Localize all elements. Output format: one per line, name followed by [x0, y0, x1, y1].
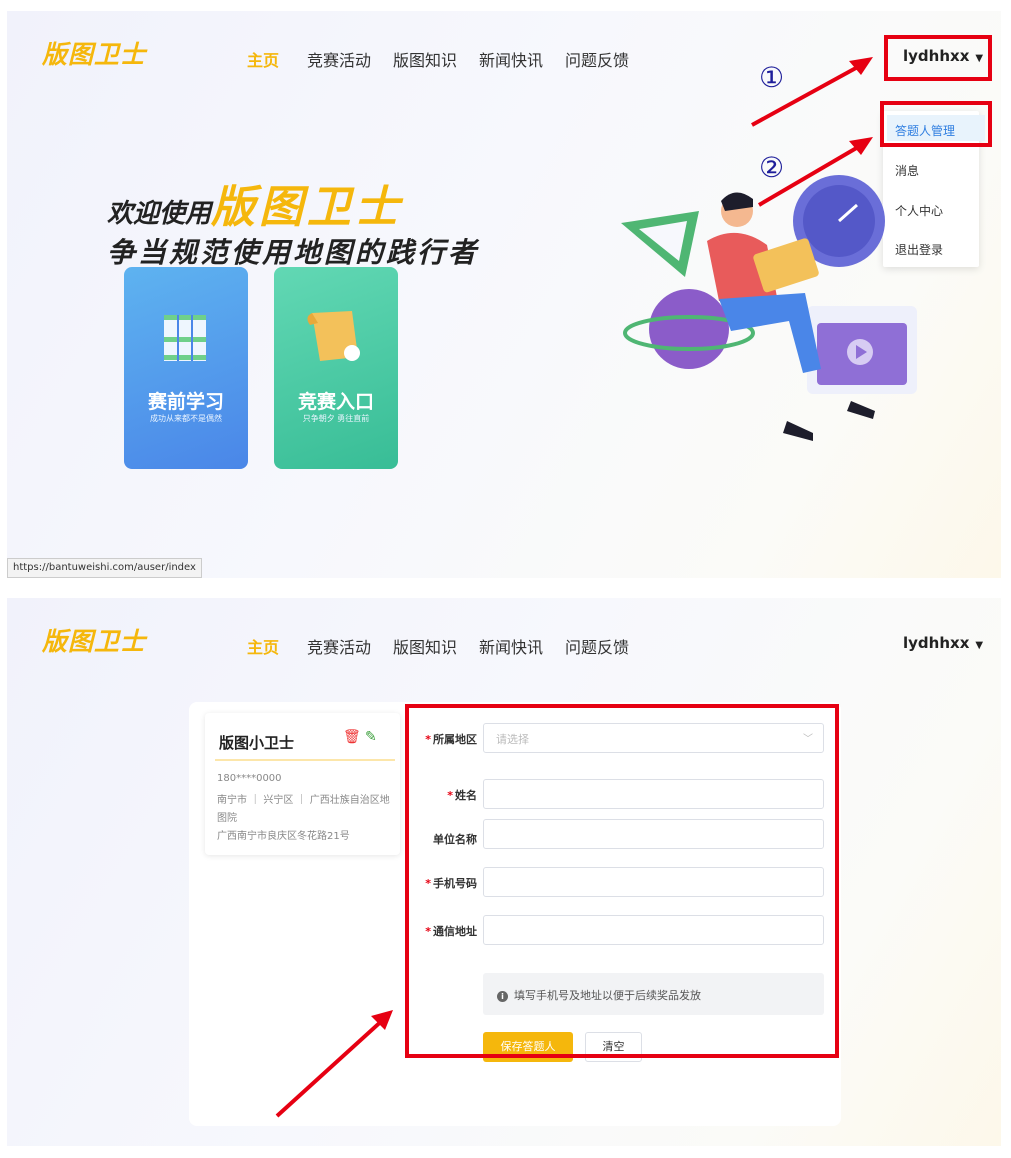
status-bar-url: https://bantuweishi.com/auser/index [7, 558, 202, 578]
answerer-manage-screenshot: 版图卫士 主页 竞赛活动 版图知识 新闻快讯 问题反馈 lydhhxx ▼ 版图小… [7, 598, 1001, 1146]
home-screenshot: 版图卫士 主页 竞赛活动 版图知识 新闻快讯 问题反馈 lydhhxx ▼ 答题人… [7, 11, 1001, 578]
annotation-arrows [751, 57, 873, 207]
annotation-arrow [275, 1010, 393, 1118]
